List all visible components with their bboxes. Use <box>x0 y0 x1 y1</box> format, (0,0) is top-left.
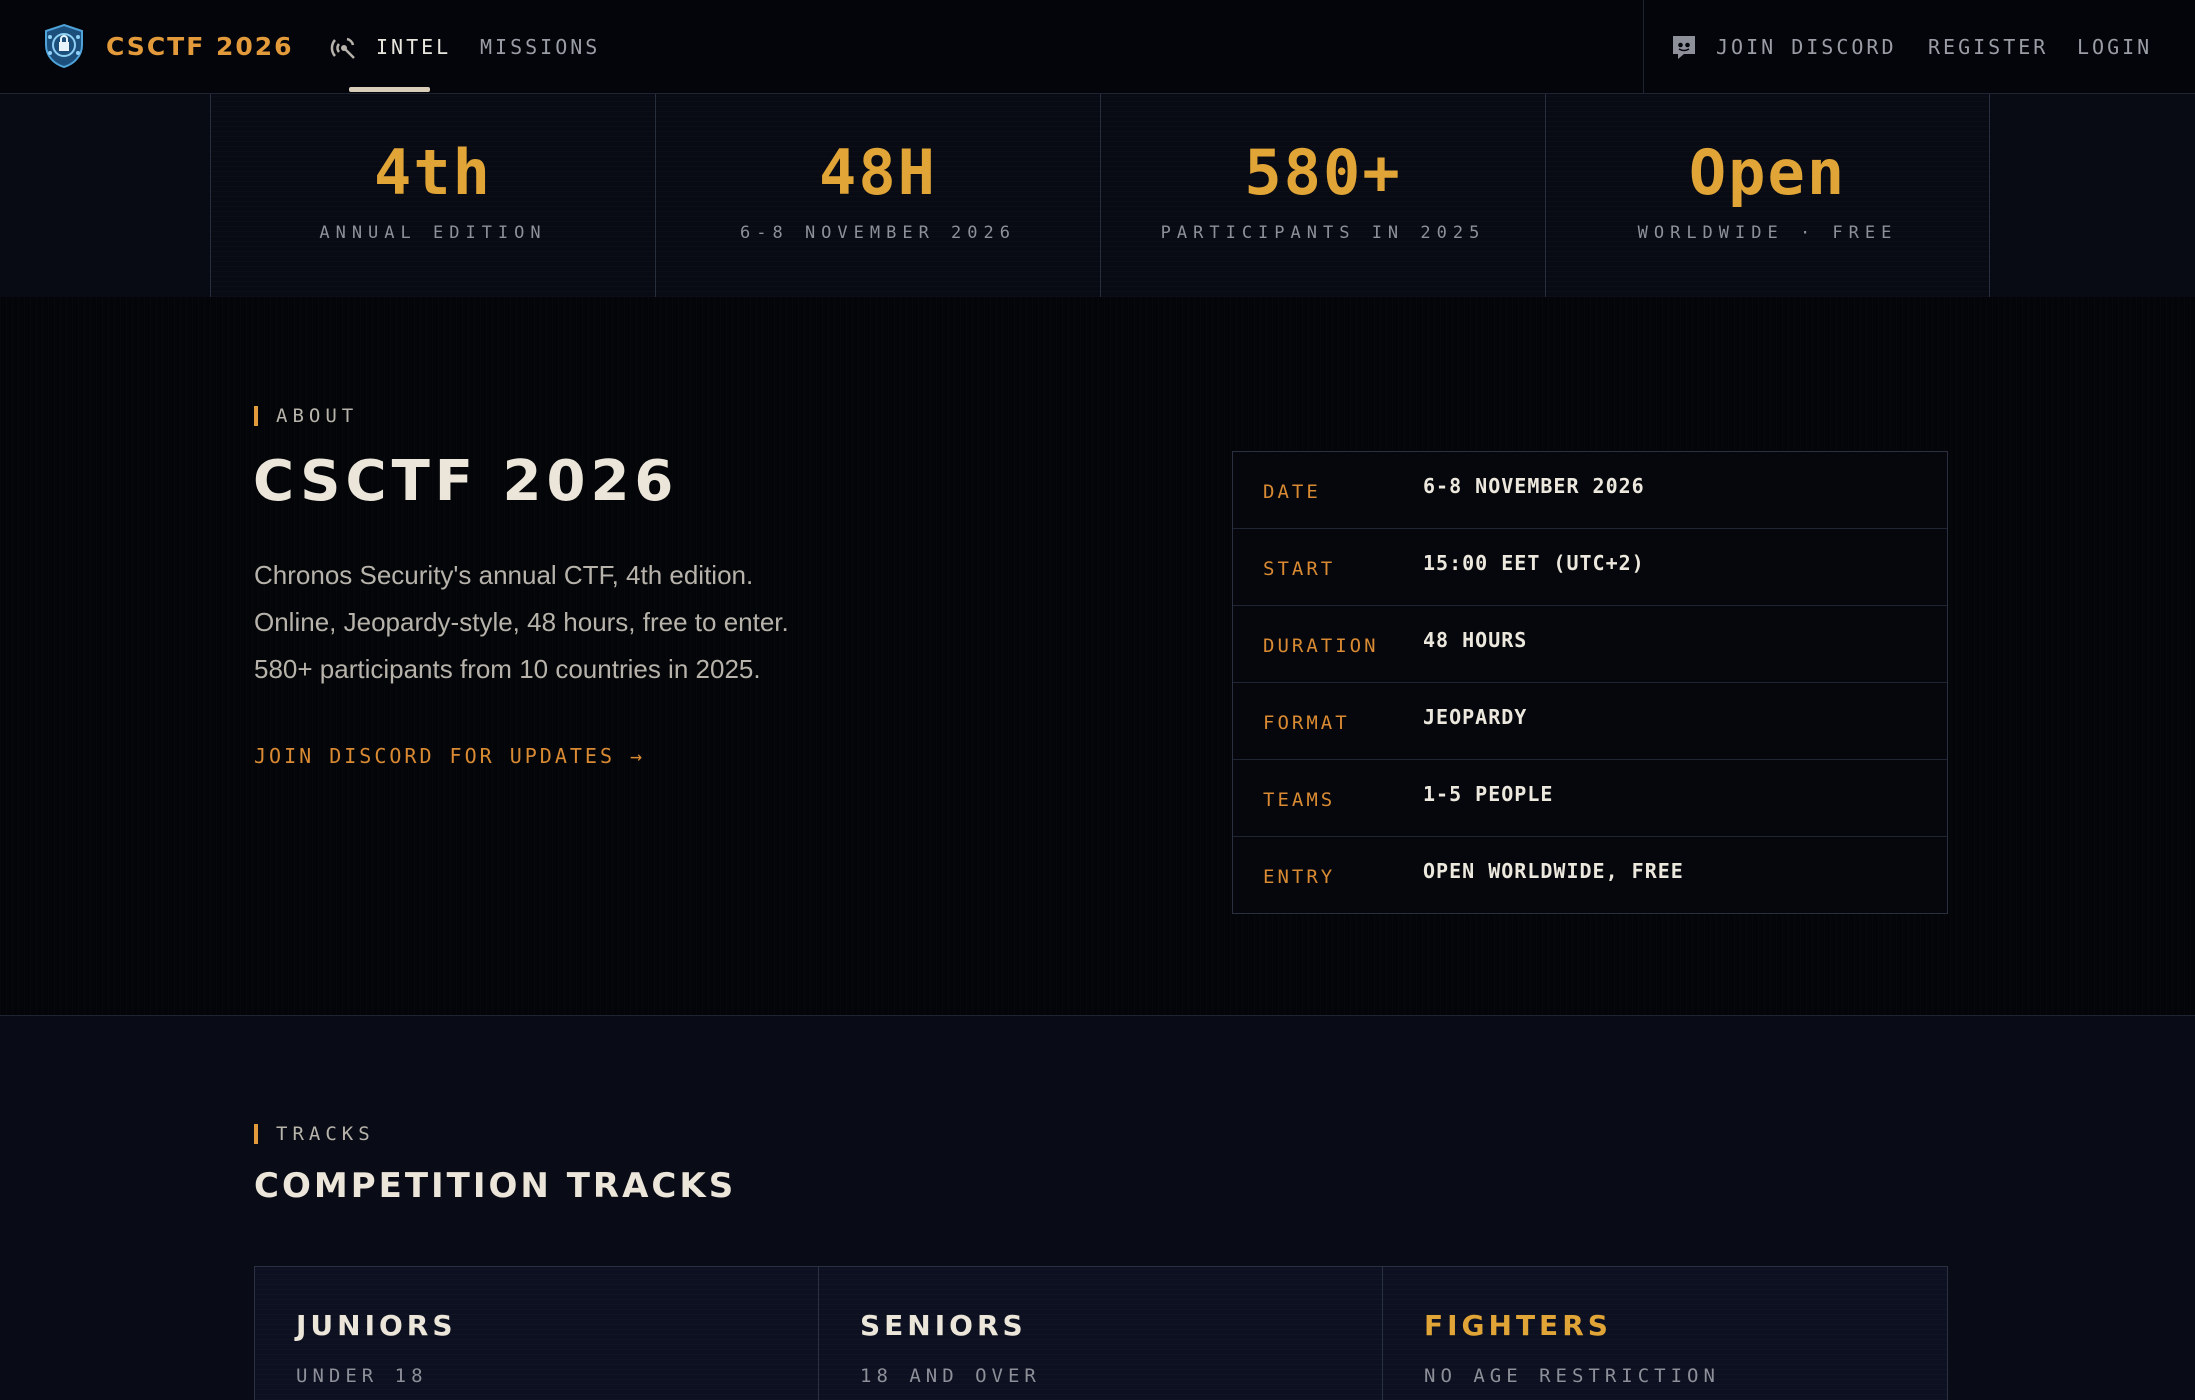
track-name: SENIORS <box>860 1309 1027 1342</box>
info-value: OPEN WORLDWIDE, FREE <box>1423 859 1684 883</box>
track-card-fighters[interactable]: FIGHTERS NO AGE RESTRICTION <box>1382 1266 1948 1400</box>
track-subtitle: 18 AND OVER <box>860 1365 1041 1387</box>
brand-name: CSCTF 2026 <box>106 31 294 61</box>
info-row-teams: TEAMS 1-5 PEOPLE <box>1233 760 1947 837</box>
info-value: 6-8 NOVEMBER 2026 <box>1423 474 1645 498</box>
track-subtitle: NO AGE RESTRICTION <box>1424 1365 1720 1387</box>
join-discord-button[interactable]: JOIN DISCORD <box>1670 0 1897 94</box>
about-title: CSCTF 2026 <box>253 449 679 514</box>
about-kicker-label: ABOUT <box>276 405 359 427</box>
brand[interactable]: CSCTF 2026 <box>42 22 294 70</box>
stat-edition: 4th ANNUAL EDITION <box>210 94 655 297</box>
info-value: 15:00 EET (UTC+2) <box>1423 551 1645 575</box>
tab-intel[interactable]: INTEL <box>330 0 451 94</box>
track-name: JUNIORS <box>296 1309 457 1342</box>
tab-missions[interactable]: MISSIONS <box>480 0 600 94</box>
stats-strip: 4th ANNUAL EDITION 48H 6-8 NOVEMBER 2026… <box>0 94 2195 297</box>
stat-value: Open <box>1688 136 1847 209</box>
tracks-section: TRACKS COMPETITION TRACKS JUNIORS UNDER … <box>0 1015 2195 1400</box>
info-value: 48 HOURS <box>1423 628 1528 652</box>
about-line: Chronos Security's annual CTF, 4th editi… <box>254 560 754 590</box>
stat-label: WORLDWIDE · FREE <box>1637 223 1898 243</box>
tab-missions-label: MISSIONS <box>480 35 601 59</box>
stat-participants: 580+ PARTICIPANTS IN 2025 <box>1100 94 1545 297</box>
top-nav: CSCTF 2026 INTEL MISSIONS JOIN DISCORD R… <box>0 0 2195 94</box>
join-discord-link[interactable]: JOIN DISCORD FOR UPDATES → <box>254 744 645 768</box>
info-row-entry: ENTRY OPEN WORLDWIDE, FREE <box>1233 837 1947 913</box>
tracks-title: COMPETITION TRACKS <box>254 1166 737 1206</box>
event-info-table: DATE 6-8 NOVEMBER 2026 START 15:00 EET (… <box>1232 451 1948 914</box>
stat-entry: Open WORLDWIDE · FREE <box>1545 94 1990 297</box>
login-button[interactable]: LOGIN <box>2077 0 2152 94</box>
register-label: REGISTER <box>1928 35 2049 59</box>
info-row-format: FORMAT JEOPARDY <box>1233 683 1947 760</box>
tracks-kicker-label: TRACKS <box>276 1123 375 1145</box>
info-row-date: DATE 6-8 NOVEMBER 2026 <box>1233 452 1947 529</box>
info-key: DURATION <box>1263 635 1379 657</box>
info-key: DATE <box>1263 481 1321 503</box>
stat-label: 6-8 NOVEMBER 2026 <box>740 223 1016 243</box>
radar-icon <box>330 37 355 59</box>
login-label: LOGIN <box>2077 35 2153 59</box>
stat-label: PARTICIPANTS IN 2025 <box>1160 223 1486 243</box>
about-line: Online, Jeopardy-style, 48 hours, free t… <box>254 607 789 637</box>
shield-logo-icon <box>45 23 83 69</box>
track-name: FIGHTERS <box>1424 1309 1612 1342</box>
about-line: 580+ participants from 10 countries in 2… <box>254 654 761 684</box>
info-value: 1-5 PEOPLE <box>1423 782 1554 806</box>
about-description: Chronos Security's annual CTF, 4th editi… <box>254 552 1054 693</box>
info-key: ENTRY <box>1263 866 1336 888</box>
stat-value: 4th <box>374 136 492 209</box>
nav-divider <box>1643 0 1644 94</box>
discord-icon <box>1673 36 1695 59</box>
track-subtitle: UNDER 18 <box>296 1365 428 1387</box>
info-key: FORMAT <box>1263 712 1350 734</box>
register-button[interactable]: REGISTER <box>1928 0 2048 94</box>
kicker-bar <box>254 1124 258 1144</box>
join-discord-label: JOIN DISCORD <box>1716 35 1897 59</box>
active-tab-indicator <box>349 87 430 92</box>
info-value: JEOPARDY <box>1423 705 1528 729</box>
about-kicker: ABOUT <box>254 405 358 427</box>
info-key: START <box>1263 558 1336 580</box>
info-key: TEAMS <box>1263 789 1336 811</box>
info-row-duration: DURATION 48 HOURS <box>1233 606 1947 683</box>
stat-label: ANNUAL EDITION <box>319 223 547 243</box>
stat-value: 580+ <box>1244 136 1402 209</box>
tracks-kicker: TRACKS <box>254 1123 375 1145</box>
about-section: ABOUT CSCTF 2026 Chronos Security's annu… <box>0 297 2195 1015</box>
info-row-start: START 15:00 EET (UTC+2) <box>1233 529 1947 606</box>
track-card-seniors[interactable]: SENIORS 18 AND OVER <box>818 1266 1384 1400</box>
stat-duration: 48H 6-8 NOVEMBER 2026 <box>655 94 1100 297</box>
stat-value: 48H <box>819 136 937 209</box>
tab-intel-label: INTEL <box>376 35 452 59</box>
track-card-juniors[interactable]: JUNIORS UNDER 18 <box>254 1266 820 1400</box>
kicker-bar <box>254 406 258 426</box>
